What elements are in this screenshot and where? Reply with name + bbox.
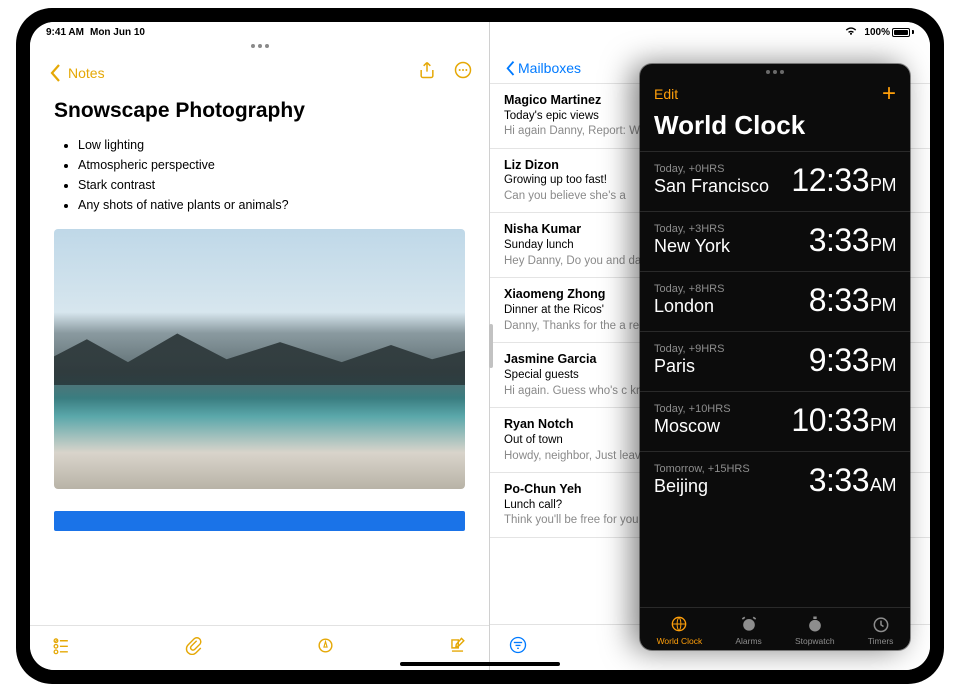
notes-back-label: Notes <box>68 65 105 81</box>
clock-edit-button[interactable]: Edit <box>654 86 678 102</box>
world-clock-list[interactable]: Today, +0HRS San Francisco 12:33PM Today… <box>640 151 910 607</box>
battery-percent: 100% <box>864 27 890 38</box>
clock-row[interactable]: Today, +9HRS Paris 9:33PM <box>640 331 910 391</box>
tab-world-clock[interactable]: World Clock <box>657 614 703 646</box>
compose-icon[interactable] <box>448 636 467 660</box>
notes-back-button[interactable]: Notes <box>46 63 105 83</box>
note-bullet: Any shots of native plants or animals? <box>78 195 465 215</box>
note-title: Snowscape Photography <box>54 99 465 123</box>
note-second-image[interactable] <box>54 511 465 531</box>
multitask-control-icon[interactable] <box>251 44 269 48</box>
home-indicator[interactable] <box>400 662 560 666</box>
note-bullet: Stark contrast <box>78 175 465 195</box>
note-bullet-list: Low lighting Atmospheric perspective Sta… <box>54 135 465 215</box>
clock-row[interactable]: Today, +10HRS Moscow 10:33PM <box>640 391 910 451</box>
clock-slideover-panel: Edit + World Clock Today, +0HRS San Fran… <box>640 64 910 650</box>
screen: 9:41 AM Mon Jun 10 100% Not <box>30 22 930 670</box>
note-bullet: Low lighting <box>78 135 465 155</box>
note-image-attachment[interactable] <box>54 229 465 489</box>
slideover-grip-icon[interactable] <box>766 70 784 74</box>
note-body[interactable]: Snowscape Photography Low lighting Atmos… <box>30 91 489 625</box>
status-time: 9:41 AM <box>46 27 84 38</box>
clock-title: World Clock <box>640 106 910 151</box>
attach-icon[interactable] <box>184 636 203 660</box>
notes-app-pane: Notes Snowscape Photography Low lighting… <box>30 22 490 670</box>
tab-stopwatch[interactable]: Stopwatch <box>795 614 835 646</box>
battery-indicator: 100% <box>864 27 914 38</box>
note-bullet: Atmospheric perspective <box>78 155 465 175</box>
clock-row[interactable]: Today, +8HRS London 8:33PM <box>640 271 910 331</box>
clock-row[interactable]: Tomorrow, +15HRS Beijing 3:33AM <box>640 451 910 511</box>
tab-timers[interactable]: Timers <box>868 614 894 646</box>
status-bar: 9:41 AM Mon Jun 10 100% <box>30 22 930 42</box>
clock-tab-bar: World Clock Alarms Stopwatch Timers <box>640 607 910 650</box>
wifi-icon <box>844 26 858 39</box>
markup-icon[interactable] <box>316 636 335 660</box>
checklist-icon[interactable] <box>52 636 71 660</box>
clock-add-button[interactable]: + <box>882 88 896 100</box>
filter-icon[interactable] <box>508 642 528 659</box>
split-view-handle[interactable] <box>489 324 493 368</box>
tab-alarms[interactable]: Alarms <box>735 614 761 646</box>
more-icon[interactable] <box>453 60 473 85</box>
device-frame: 9:41 AM Mon Jun 10 100% Not <box>16 8 944 684</box>
mail-back-label: Mailboxes <box>518 60 581 76</box>
status-date: Mon Jun 10 <box>90 27 145 38</box>
clock-row[interactable]: Today, +0HRS San Francisco 12:33PM <box>640 151 910 211</box>
clock-row[interactable]: Today, +3HRS New York 3:33PM <box>640 211 910 271</box>
share-icon[interactable] <box>417 60 437 85</box>
